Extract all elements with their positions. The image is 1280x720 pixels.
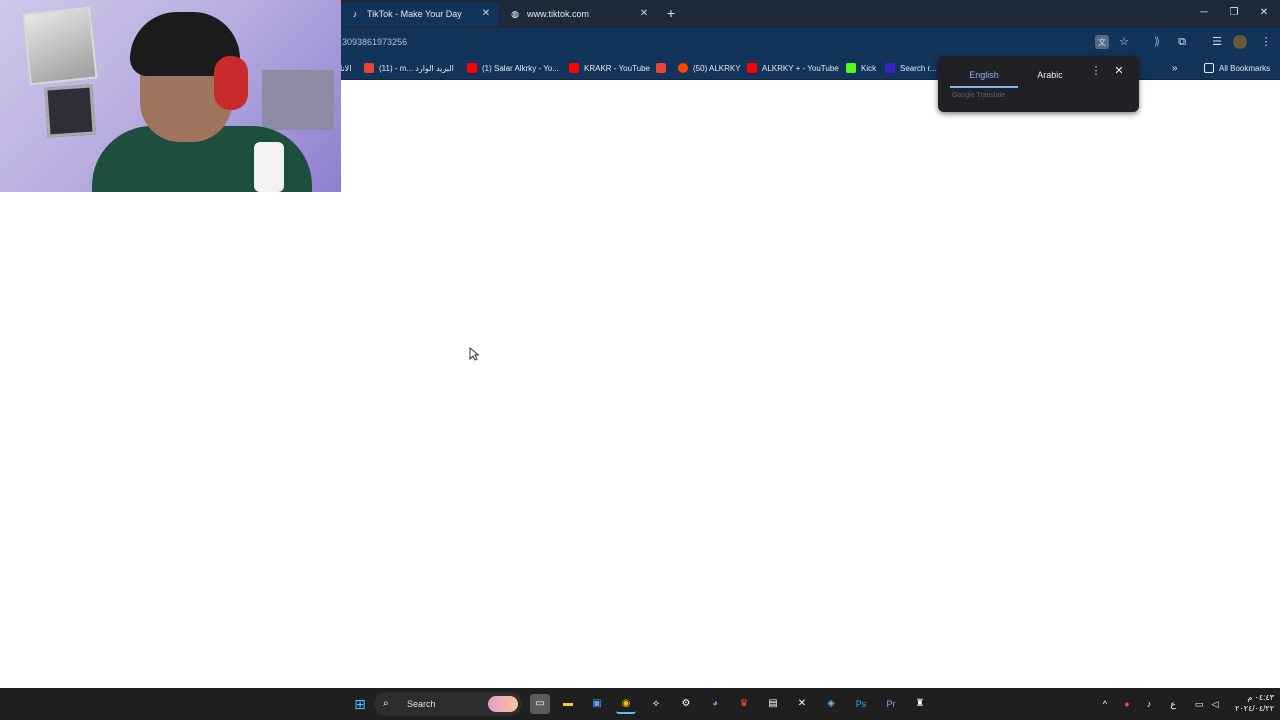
tray-overflow-icon[interactable]: ^ <box>1098 694 1112 714</box>
microphone-icon[interactable]: ♪ <box>1142 694 1156 714</box>
bookmark-item[interactable]: KRAKR - YouTube <box>569 60 650 76</box>
translate-icon[interactable]: 文 <box>1095 35 1109 49</box>
bookmark-item[interactable]: ALKRKY + - YouTube <box>747 60 839 76</box>
file-explorer-icon[interactable]: ▬ <box>558 694 578 714</box>
bookmark-item[interactable]: (1) Salar Alkrky - Yo... <box>467 60 559 76</box>
keyboard-language[interactable]: ع <box>1166 694 1180 714</box>
app-icon-2[interactable]: ♜ <box>910 694 930 714</box>
chrome-icon[interactable]: ◉ <box>616 694 636 714</box>
photoshop-icon[interactable]: Ps <box>851 694 871 714</box>
minimize-button[interactable]: ─ <box>1194 5 1214 21</box>
folder-icon <box>1204 63 1214 73</box>
bookmarks-overflow-icon[interactable]: » <box>1172 60 1178 76</box>
profile-avatar[interactable] <box>1233 35 1247 49</box>
gmail-icon <box>656 63 666 73</box>
gmail-icon <box>364 63 374 73</box>
network-icon[interactable]: ▭ <box>1192 694 1206 714</box>
bookmark-item[interactable]: Kick <box>846 60 876 76</box>
webcam-overlay <box>0 0 341 192</box>
search-highlight-icon <box>488 696 518 712</box>
cup <box>254 142 284 192</box>
youtube-icon <box>569 63 579 73</box>
steam-like-icon[interactable]: ⚙ <box>676 694 696 714</box>
reading-list-icon[interactable]: ☰ <box>1209 34 1225 50</box>
translate-brand: Google Translate <box>952 92 1006 99</box>
discord-icon[interactable]: ◕ <box>705 694 725 714</box>
store-icon[interactable]: ▣ <box>587 694 607 714</box>
bookmark-item[interactable]: Search r... <box>885 60 936 76</box>
mouse-cursor-icon <box>469 347 479 361</box>
taskbar: ⊞ ⌕ Search ▭ ▬ ▣ ◉ ⟡ ⚙ ◕ ♛ ▤ ✕ ◈ Ps Pr ♜… <box>0 688 1280 720</box>
award-plaque <box>22 6 98 86</box>
bookmark-item[interactable]: (50) ALKRKY <box>678 60 741 76</box>
tab-tiktok[interactable]: ♪ TikTok - Make Your Day ✕ <box>341 2 499 26</box>
tab-tiktok-url[interactable]: ◍ www.tiktok.com ✕ <box>501 2 657 26</box>
capcut-icon[interactable]: ✕ <box>792 694 812 714</box>
translate-menu-icon[interactable]: ⋮ <box>1088 63 1104 79</box>
app-icon[interactable]: ⟡ <box>646 694 666 714</box>
k-icon <box>885 63 895 73</box>
youtube-icon <box>747 63 757 73</box>
steam-icon[interactable]: ◈ <box>821 694 841 714</box>
brave-icon[interactable]: ♛ <box>734 694 754 714</box>
clock[interactable]: ٠٤:٤٣ م ٢٠٢٤/٠٤/٢٢ <box>1226 692 1274 716</box>
bookmark-item[interactable]: الانا <box>340 60 351 76</box>
all-bookmarks-button[interactable]: All Bookmarks <box>1204 60 1270 76</box>
translate-popup: English Arabic ⋮ ✕ Google Translate <box>938 56 1139 112</box>
kick-icon <box>846 63 856 73</box>
close-window-button[interactable]: ✕ <box>1254 5 1274 21</box>
restore-button[interactable]: ❐ <box>1224 5 1244 21</box>
search-icon: ⌕ <box>383 698 389 709</box>
tray-app-icon[interactable]: ● <box>1120 694 1134 714</box>
windows-start-icon[interactable]: ⊞ <box>350 694 370 714</box>
bookmark-item[interactable]: (11) - m... البريد الوارد <box>364 60 454 76</box>
background-shelf <box>262 70 334 130</box>
translate-close-icon[interactable]: ✕ <box>1111 63 1127 79</box>
tab-title: TikTok - Make Your Day <box>367 9 462 19</box>
tab-title: www.tiktok.com <box>527 9 590 19</box>
menu-kebab-icon[interactable]: ⋮ <box>1258 34 1274 50</box>
youtube-icon <box>467 63 477 73</box>
taskbar-search[interactable]: ⌕ Search <box>374 692 522 716</box>
award-plaque <box>44 84 96 138</box>
tab-close-icon[interactable]: ✕ <box>637 7 651 21</box>
globe-icon: ◍ <box>511 8 519 19</box>
tab-close-icon[interactable]: ✕ <box>479 7 493 21</box>
bookmark-star-icon[interactable]: ☆ <box>1116 34 1132 50</box>
extensions-icon[interactable]: ⧉ <box>1174 34 1190 50</box>
premiere-icon[interactable]: Pr <box>881 694 901 714</box>
new-tab-button[interactable]: + <box>663 5 679 21</box>
media-icon[interactable]: ⟫ <box>1149 34 1165 50</box>
volume-icon[interactable]: ◁ <box>1208 694 1222 714</box>
bookmark-item[interactable] <box>656 60 671 76</box>
translate-target-tab[interactable]: Arabic <box>1018 62 1082 88</box>
headset <box>214 56 248 110</box>
task-view-icon[interactable]: ▭ <box>530 694 550 714</box>
reddit-icon <box>678 63 688 73</box>
address-bar[interactable]: 3093861973256 <box>336 32 1136 52</box>
translate-source-tab[interactable]: English <box>950 62 1018 88</box>
notepad-icon[interactable]: ▤ <box>763 694 783 714</box>
tiktok-icon: ♪ <box>352 9 358 19</box>
